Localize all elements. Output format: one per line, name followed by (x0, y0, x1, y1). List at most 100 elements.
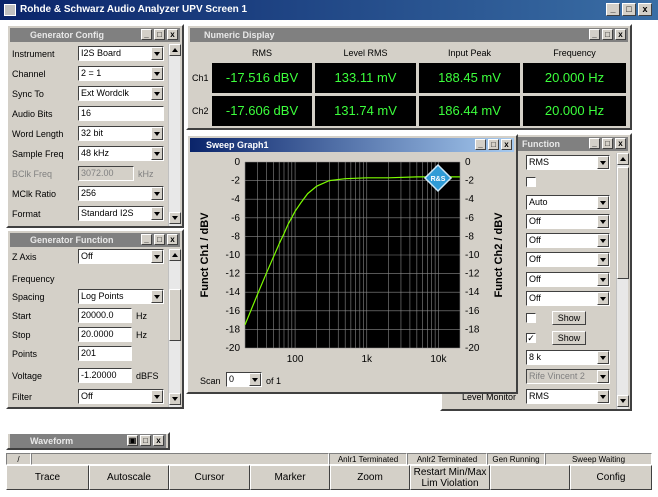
softkey-restart-minmax[interactable]: Restart Min/Max Lim Violation (410, 465, 490, 490)
filter1-select[interactable]: Off (526, 214, 610, 229)
filter-select[interactable]: Off (78, 389, 164, 404)
generator-config-titlebar[interactable]: Generator Config _ □ x (10, 28, 180, 42)
softkey-cursor[interactable]: Cursor (169, 465, 250, 490)
option-checkbox[interactable] (526, 177, 536, 187)
channel-select[interactable]: 2 = 1 (78, 66, 164, 81)
scroll-up-icon[interactable] (169, 44, 181, 56)
chevron-down-icon[interactable] (151, 147, 163, 160)
close-icon[interactable]: x (167, 234, 178, 245)
scroll-thumb[interactable] (169, 289, 181, 341)
scroll-thumb[interactable] (617, 167, 629, 279)
chevron-down-icon[interactable] (151, 290, 163, 303)
chevron-down-icon[interactable] (597, 234, 609, 247)
voltage-input[interactable]: -1.20000 (78, 368, 132, 383)
softkey-config[interactable]: Config (570, 465, 652, 490)
scroll-up-icon[interactable] (169, 249, 181, 261)
points-input[interactable]: 201 (78, 346, 132, 361)
level-monitor-select[interactable]: RMS (526, 389, 610, 404)
waveform-titlebar[interactable]: Waveform ▣ □ x (10, 434, 166, 448)
chevron-down-icon[interactable] (151, 127, 163, 140)
maximize-icon[interactable]: □ (488, 139, 499, 150)
chevron-down-icon[interactable] (151, 390, 163, 403)
sweep-graph-titlebar[interactable]: Sweep Graph1 _ □ x (190, 138, 514, 152)
scroll-up-icon[interactable] (617, 153, 629, 165)
restore-button[interactable]: □ (622, 3, 636, 16)
filter4-select[interactable]: Off (526, 272, 610, 287)
word-length-select[interactable]: 32 bit (78, 126, 164, 141)
format-select[interactable]: Standard I2S (78, 206, 164, 221)
maximize-icon[interactable]: □ (140, 435, 151, 446)
waveform-window[interactable]: Waveform ▣ □ x (6, 432, 170, 450)
audio-bits-input[interactable]: 16 (78, 106, 164, 121)
bandwidth-select[interactable]: Auto (526, 195, 610, 210)
minimize-button[interactable]: _ (606, 3, 620, 16)
softkey-autoscale[interactable]: Autoscale (89, 465, 169, 490)
sample-freq-select[interactable]: 48 kHz (78, 146, 164, 161)
close-icon[interactable]: x (167, 29, 178, 40)
spacing-select[interactable]: Log Points (78, 289, 164, 304)
chevron-down-icon[interactable] (249, 373, 261, 386)
chevron-down-icon[interactable] (151, 67, 163, 80)
chevron-down-icon[interactable] (151, 47, 163, 60)
close-icon[interactable]: x (615, 138, 626, 149)
maximize-icon[interactable]: □ (602, 138, 613, 149)
function-select[interactable]: RMS (526, 155, 610, 170)
mclk-ratio-select[interactable]: 256 (78, 186, 164, 201)
softkey-zoom[interactable]: Zoom (330, 465, 410, 490)
z-axis-select[interactable]: Off (78, 249, 164, 264)
chevron-down-icon[interactable] (597, 156, 609, 169)
chevron-down-icon[interactable] (597, 215, 609, 228)
softkey-trace[interactable]: Trace (6, 465, 89, 490)
close-icon[interactable]: x (153, 435, 164, 446)
minimize-icon[interactable]: _ (589, 138, 600, 149)
filter2-select[interactable]: Off (526, 233, 610, 248)
sample-freq-label: Sample Freq (12, 149, 64, 159)
chevron-down-icon[interactable] (597, 196, 609, 209)
minimize-icon[interactable]: _ (475, 139, 486, 150)
maximize-icon[interactable]: □ (154, 234, 165, 245)
generator-config-scrollbar[interactable] (168, 44, 181, 226)
show2-button[interactable]: Show (552, 331, 586, 345)
window-title: Waveform (30, 436, 74, 446)
show1-button[interactable]: Show (552, 311, 586, 325)
minimize-icon[interactable]: _ (141, 234, 152, 245)
scan-select[interactable]: 0 (226, 372, 262, 387)
chevron-down-icon[interactable] (597, 273, 609, 286)
filter5-select[interactable]: Off (526, 291, 610, 306)
analyzer-function-scrollbar[interactable] (616, 153, 629, 409)
close-icon[interactable]: x (615, 29, 626, 40)
chevron-down-icon[interactable] (597, 253, 609, 266)
fft-size-select[interactable]: 8 k (526, 350, 610, 365)
close-icon[interactable]: x (501, 139, 512, 150)
maximize-icon[interactable]: □ (602, 29, 613, 40)
generator-function-titlebar[interactable]: Generator Function _ □ x (10, 233, 180, 247)
restore-icon[interactable]: ▣ (127, 435, 138, 446)
chevron-down-icon[interactable] (597, 292, 609, 305)
close-button[interactable]: x (638, 3, 652, 16)
filter3-select[interactable]: Off (526, 252, 610, 267)
chevron-down-icon[interactable] (151, 250, 163, 263)
instrument-select[interactable]: I2S Board (78, 46, 164, 61)
chevron-down-icon[interactable] (151, 187, 163, 200)
stop-input[interactable]: 20.0000 (78, 327, 132, 342)
chevron-down-icon[interactable] (597, 390, 609, 403)
softkey-empty[interactable] (490, 465, 570, 490)
scroll-down-icon[interactable] (169, 212, 181, 224)
chevron-down-icon[interactable] (151, 87, 163, 100)
softkey-marker-btn[interactable]: Marker (250, 465, 330, 490)
scroll-down-icon[interactable] (617, 395, 629, 407)
minimize-icon[interactable]: _ (141, 29, 152, 40)
show1-checkbox[interactable] (526, 313, 536, 323)
header-rms: RMS (252, 48, 272, 58)
chevron-down-icon[interactable] (597, 351, 609, 364)
maximize-icon[interactable]: □ (154, 29, 165, 40)
generator-function-scrollbar[interactable] (168, 249, 181, 407)
start-input[interactable]: 20000.0 (78, 308, 132, 323)
chevron-down-icon[interactable] (151, 207, 163, 220)
sweep-chart[interactable]: 0 0 -2 -2 -4 -4 -6 -6 -8 -8 -10 -10 -12 -12 -14 -14 -16 -… (188, 152, 516, 366)
scroll-down-icon[interactable] (169, 393, 181, 405)
sync-to-select[interactable]: Ext Wordclk (78, 86, 164, 101)
minimize-icon[interactable]: _ (589, 29, 600, 40)
show2-checkbox[interactable]: ✓ (526, 333, 536, 343)
numeric-display-titlebar[interactable]: Numeric Display _ □ x (190, 28, 628, 42)
